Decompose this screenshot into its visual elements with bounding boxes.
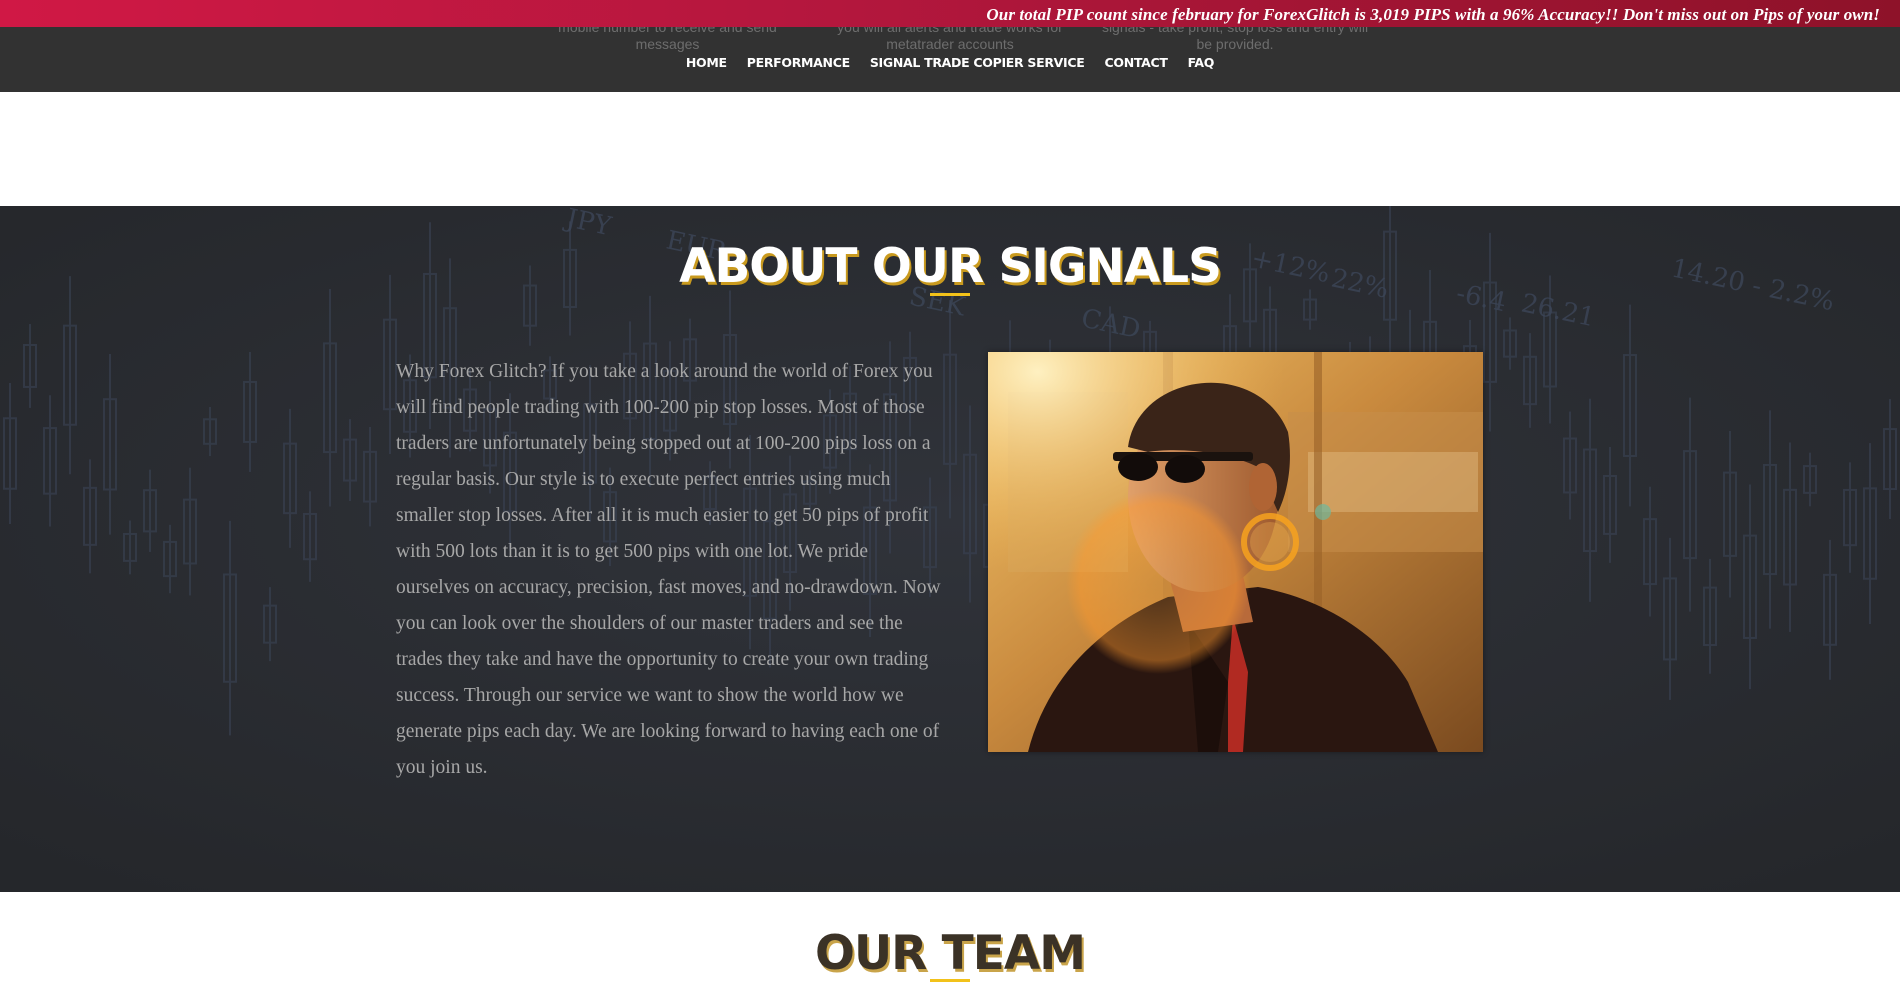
our-team-section: OUR TEAM: [0, 892, 1900, 1006]
nav-home-link[interactable]: HOME: [686, 55, 727, 70]
ghost-text: mobile number to receive and send messag…: [558, 27, 777, 52]
nav-contact-link[interactable]: CONTACT: [1105, 55, 1168, 70]
nav-performance-link[interactable]: PERFORMANCE: [747, 55, 850, 70]
about-paragraph: Why Forex Glitch? If you take a look aro…: [396, 361, 941, 778]
ghost-text: you will all alerts and trade works for …: [837, 27, 1063, 52]
title-underline: [930, 293, 970, 296]
announcement-ticker: Our total PIP count since february for F…: [0, 0, 1900, 27]
nav-signal-trade-copier-link[interactable]: SIGNAL TRADE COPIER SERVICE: [870, 55, 1085, 70]
nav-faq-link[interactable]: FAQ: [1188, 55, 1215, 70]
ticker-text: Our total PIP count since february for F…: [986, 5, 1880, 24]
ghost-text: signals - take profit, stop loss and ent…: [1101, 27, 1369, 52]
title-underline: [930, 979, 970, 982]
market-chart-background: JPYEURSEKCAD+12%22% -6.4 26.21 14.20 - 2.2%: [0, 206, 1900, 892]
about-title: ABOUT OUR SIGNALS: [679, 239, 1222, 294]
about-signals-section: JPY EUR SEK CAD +12% 22% -6.4 26.21 14.20 - 2.2%…: [0, 206, 1900, 892]
main-nav: HOME PERFORMANCE SIGNAL TRADE COPIER SER…: [0, 55, 1900, 70]
trader-photo: [988, 352, 1483, 752]
site-header: mobile number to receive and send messag…: [0, 27, 1900, 92]
team-title: OUR TEAM: [815, 926, 1086, 981]
